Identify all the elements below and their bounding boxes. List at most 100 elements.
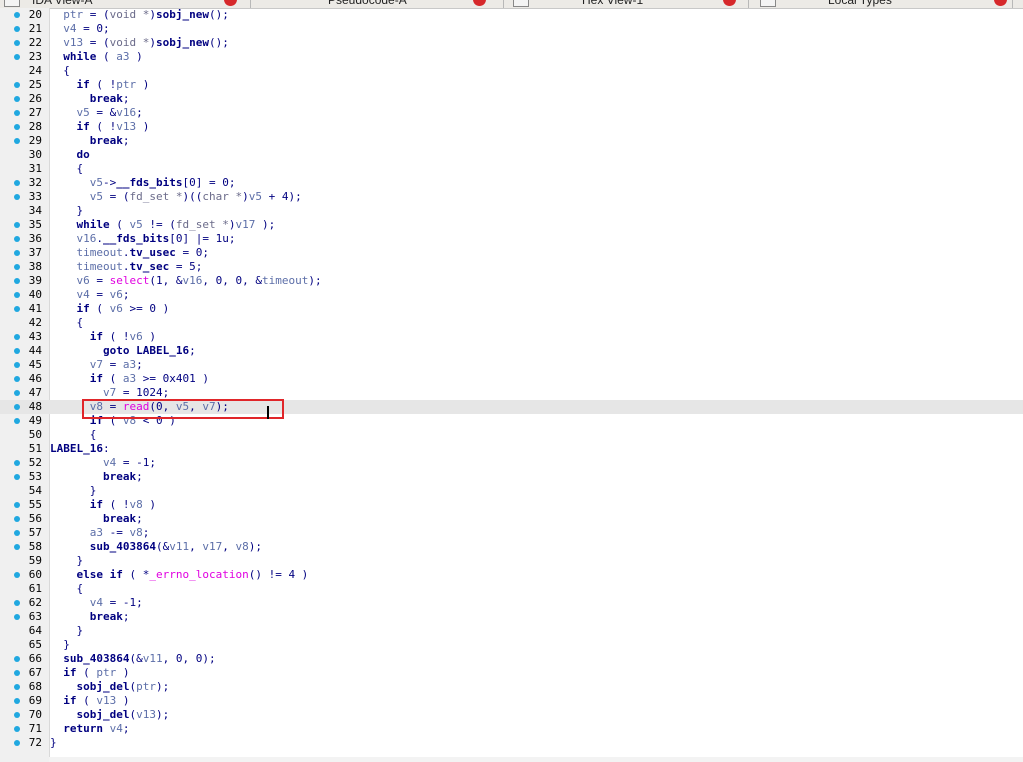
code-line[interactable]: 52 v4 = -1; bbox=[0, 456, 1023, 470]
breakpoint-dot-icon[interactable] bbox=[14, 348, 20, 354]
breakpoint-dot-icon[interactable] bbox=[14, 474, 20, 480]
breakpoint-dot-icon[interactable] bbox=[14, 698, 20, 704]
code-line[interactable]: 69 if ( v13 ) bbox=[0, 694, 1023, 708]
code-line[interactable]: 32 v5->__fds_bits[0] = 0; bbox=[0, 176, 1023, 190]
breakpoint-dot-icon[interactable] bbox=[14, 656, 20, 662]
code-line[interactable]: 58 sub_403864(&v11, v17, v8); bbox=[0, 540, 1023, 554]
code-text[interactable]: v5->__fds_bits[0] = 0; bbox=[50, 176, 236, 190]
code-line[interactable]: 21 v4 = 0; bbox=[0, 22, 1023, 36]
code-line[interactable]: 51 LABEL_16: bbox=[0, 442, 1023, 456]
breakpoint-dot-icon[interactable] bbox=[14, 614, 20, 620]
code-text[interactable]: v6 = select(1, &v16, 0, 0, &timeout); bbox=[50, 274, 322, 288]
breakpoint-dot-icon[interactable] bbox=[14, 40, 20, 46]
code-line[interactable]: 68 sobj_del(ptr); bbox=[0, 680, 1023, 694]
code-line[interactable]: 55 if ( !v8 ) bbox=[0, 498, 1023, 512]
code-text[interactable]: v4 = 0; bbox=[50, 22, 109, 36]
code-text[interactable]: v4 = -1; bbox=[50, 596, 143, 610]
code-line[interactable]: 60 else if ( *_errno_location() != 4 ) bbox=[0, 568, 1023, 582]
code-line[interactable]: 41 if ( v6 >= 0 ) bbox=[0, 302, 1023, 316]
code-text[interactable]: do bbox=[50, 148, 90, 162]
code-text[interactable]: timeout.tv_usec = 0; bbox=[50, 246, 209, 260]
code-line[interactable]: 20 ptr = (void *)sobj_new(); bbox=[0, 8, 1023, 22]
breakpoint-dot-icon[interactable] bbox=[14, 390, 20, 396]
code-line[interactable]: 64 } bbox=[0, 624, 1023, 638]
code-line[interactable]: 66 sub_403864(&v11, 0, 0); bbox=[0, 652, 1023, 666]
code-text[interactable]: if ( !v6 ) bbox=[50, 330, 156, 344]
breakpoint-dot-icon[interactable] bbox=[14, 530, 20, 536]
breakpoint-dot-icon[interactable] bbox=[14, 572, 20, 578]
code-text[interactable]: } bbox=[50, 624, 83, 638]
code-text[interactable]: if ( ptr ) bbox=[50, 666, 129, 680]
code-line[interactable]: 70 sobj_del(v13); bbox=[0, 708, 1023, 722]
code-text[interactable]: v16.__fds_bits[0] |= 1u; bbox=[50, 232, 236, 246]
breakpoint-dot-icon[interactable] bbox=[14, 26, 20, 32]
code-text[interactable]: sobj_del(v13); bbox=[50, 708, 170, 722]
code-line[interactable]: 44 goto LABEL_16; bbox=[0, 344, 1023, 358]
code-text[interactable]: { bbox=[50, 582, 83, 596]
code-line[interactable]: 56 break; bbox=[0, 512, 1023, 526]
code-text[interactable]: { bbox=[50, 428, 97, 442]
code-line[interactable]: 57 a3 -= v8; bbox=[0, 526, 1023, 540]
code-line[interactable]: 39 v6 = select(1, &v16, 0, 0, &timeout); bbox=[0, 274, 1023, 288]
code-text[interactable]: LABEL_16: bbox=[50, 442, 110, 456]
code-text[interactable]: break; bbox=[50, 92, 130, 106]
code-text[interactable]: ptr = (void *)sobj_new(); bbox=[50, 8, 229, 22]
code-text[interactable]: v7 = a3; bbox=[50, 358, 143, 372]
breakpoint-dot-icon[interactable] bbox=[14, 684, 20, 690]
breakpoint-dot-icon[interactable] bbox=[14, 306, 20, 312]
code-text[interactable]: } bbox=[50, 554, 83, 568]
code-text[interactable]: timeout.tv_sec = 5; bbox=[50, 260, 203, 274]
code-line[interactable]: 29 break; bbox=[0, 134, 1023, 148]
code-line[interactable]: 67 if ( ptr ) bbox=[0, 666, 1023, 680]
breakpoint-dot-icon[interactable] bbox=[14, 712, 20, 718]
breakpoint-dot-icon[interactable] bbox=[14, 544, 20, 550]
code-text[interactable]: { bbox=[50, 162, 83, 176]
code-line[interactable]: 54 } bbox=[0, 484, 1023, 498]
breakpoint-dot-icon[interactable] bbox=[14, 54, 20, 60]
code-text[interactable]: if ( a3 >= 0x401 ) bbox=[50, 372, 209, 386]
breakpoint-dot-icon[interactable] bbox=[14, 418, 20, 424]
code-line[interactable]: 23 while ( a3 ) bbox=[0, 50, 1023, 64]
code-text[interactable]: v5 = &v16; bbox=[50, 106, 143, 120]
code-line[interactable]: 62 v4 = -1; bbox=[0, 596, 1023, 610]
breakpoint-dot-icon[interactable] bbox=[14, 82, 20, 88]
breakpoint-dot-icon[interactable] bbox=[14, 110, 20, 116]
breakpoint-dot-icon[interactable] bbox=[14, 334, 20, 340]
code-line[interactable]: 40 v4 = v6; bbox=[0, 288, 1023, 302]
breakpoint-dot-icon[interactable] bbox=[14, 502, 20, 508]
breakpoint-dot-icon[interactable] bbox=[14, 278, 20, 284]
breakpoint-dot-icon[interactable] bbox=[14, 376, 20, 382]
code-line[interactable]: 72} bbox=[0, 736, 1023, 750]
close-icon[interactable] bbox=[224, 0, 237, 6]
code-text[interactable]: v4 = -1; bbox=[50, 456, 156, 470]
breakpoint-dot-icon[interactable] bbox=[14, 740, 20, 746]
code-text[interactable]: a3 -= v8; bbox=[50, 526, 150, 540]
code-line[interactable]: 27 v5 = &v16; bbox=[0, 106, 1023, 120]
breakpoint-dot-icon[interactable] bbox=[14, 404, 20, 410]
breakpoint-dot-icon[interactable] bbox=[14, 222, 20, 228]
code-line[interactable]: 65 } bbox=[0, 638, 1023, 652]
code-text[interactable]: } bbox=[50, 204, 83, 218]
code-text[interactable]: } bbox=[50, 638, 70, 652]
code-line[interactable]: 45 v7 = a3; bbox=[0, 358, 1023, 372]
code-text[interactable]: v13 = (void *)sobj_new(); bbox=[50, 36, 229, 50]
code-line[interactable]: 37 timeout.tv_usec = 0; bbox=[0, 246, 1023, 260]
code-line[interactable]: 59 } bbox=[0, 554, 1023, 568]
breakpoint-dot-icon[interactable] bbox=[14, 670, 20, 676]
code-line[interactable]: 35 while ( v5 != (fd_set *)v17 ); bbox=[0, 218, 1023, 232]
code-line[interactable]: 34 } bbox=[0, 204, 1023, 218]
close-icon[interactable] bbox=[723, 0, 736, 6]
code-text[interactable]: if ( !v13 ) bbox=[50, 120, 150, 134]
close-icon[interactable] bbox=[994, 0, 1007, 6]
code-text[interactable]: break; bbox=[50, 610, 130, 624]
code-text[interactable]: if ( v13 ) bbox=[50, 694, 129, 708]
horizontal-scrollbar[interactable] bbox=[49, 757, 1023, 762]
code-line[interactable]: 50 { bbox=[0, 428, 1023, 442]
breakpoint-dot-icon[interactable] bbox=[14, 516, 20, 522]
breakpoint-dot-icon[interactable] bbox=[14, 180, 20, 186]
code-text[interactable]: while ( v5 != (fd_set *)v17 ); bbox=[50, 218, 276, 232]
code-text[interactable]: break; bbox=[50, 134, 130, 148]
code-text[interactable]: if ( v6 >= 0 ) bbox=[50, 302, 170, 316]
code-text[interactable]: { bbox=[50, 64, 70, 78]
code-line[interactable]: 30 do bbox=[0, 148, 1023, 162]
